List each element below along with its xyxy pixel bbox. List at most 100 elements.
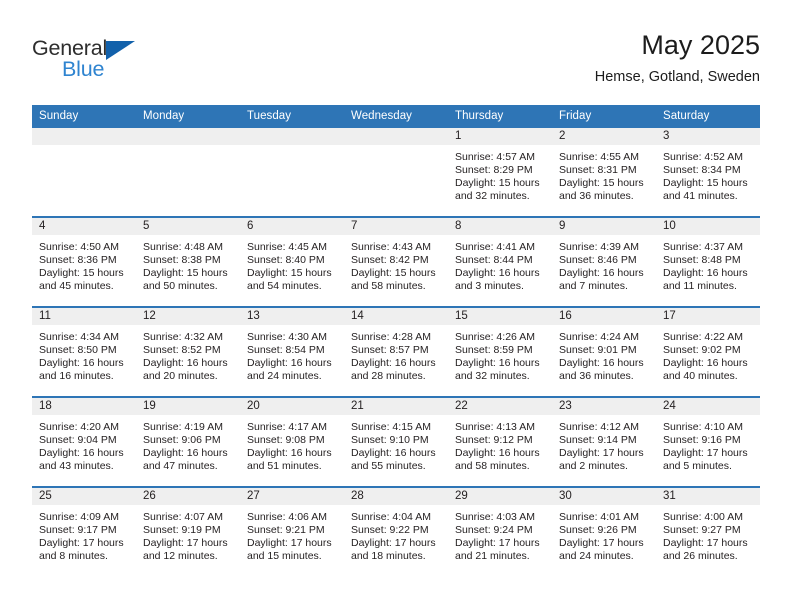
calendar-day-cell[interactable]: 9 Sunrise: 4:39 AM Sunset: 8:46 PM Daylight… [552, 216, 656, 307]
sunset-text: Sunset: 9:16 PM [663, 434, 741, 447]
day-number: 21 [344, 398, 448, 415]
calendar-day-cell[interactable]: 26 Sunrise: 4:07 AM Sunset: 9:19 PM Dayligh… [136, 486, 240, 576]
calendar-day-cell[interactable]: 30 Sunrise: 4:01 AM Sunset: 9:26 PM Dayligh… [552, 486, 656, 576]
calendar-day-cell[interactable]: 21 Sunrise: 4:15 AM Sunset: 9:10 PM Dayligh… [344, 396, 448, 487]
calendar-day-cell[interactable]: 24 Sunrise: 4:10 AM Sunset: 9:16 PM Dayligh… [656, 396, 760, 487]
sunset-text: Sunset: 9:19 PM [143, 524, 221, 537]
daylight-text: Daylight: 17 hours and 12 minutes. [143, 537, 228, 563]
sunset-text: Sunset: 8:50 PM [39, 344, 117, 357]
day-number: 17 [656, 308, 760, 325]
calendar-day-cell[interactable]: 17 Sunrise: 4:22 AM Sunset: 9:02 PM Dayligh… [656, 306, 760, 397]
sunrise-text: Sunrise: 4:30 AM [247, 331, 327, 343]
day-details: Sunrise: 4:15 AM Sunset: 9:10 PM Daylight:… [344, 415, 448, 473]
weekday-header-monday: Monday [136, 105, 240, 128]
sunrise-text: Sunrise: 4:10 AM [663, 421, 743, 433]
sunset-text: Sunset: 9:26 PM [559, 524, 637, 537]
calendar-day-cell[interactable]: 31 Sunrise: 4:00 AM Sunset: 9:27 PM Dayligh… [656, 486, 760, 576]
sunset-text: Sunset: 9:22 PM [351, 524, 429, 537]
daylight-text: Daylight: 15 hours and 58 minutes. [351, 267, 436, 293]
day-number: 31 [656, 488, 760, 505]
calendar-day-cell[interactable]: 15 Sunrise: 4:26 AM Sunset: 8:59 PM Dayligh… [448, 306, 552, 397]
day-number [32, 128, 136, 145]
general-blue-logo[interactable]: General Blue [32, 36, 232, 88]
calendar-day-cell[interactable]: 5 Sunrise: 4:48 AM Sunset: 8:38 PM Daylight… [136, 216, 240, 307]
calendar-day-cell[interactable]: 11 Sunrise: 4:34 AM Sunset: 8:50 PM Dayligh… [32, 306, 136, 397]
calendar-day-cell[interactable]: 14 Sunrise: 4:28 AM Sunset: 8:57 PM Dayligh… [344, 306, 448, 397]
sunrise-text: Sunrise: 4:48 AM [143, 241, 223, 253]
sunrise-text: Sunrise: 4:26 AM [455, 331, 535, 343]
calendar-day-cell[interactable]: 1 Sunrise: 4:57 AM Sunset: 8:29 PM Daylight… [448, 128, 552, 217]
calendar-day-cell[interactable]: 12 Sunrise: 4:32 AM Sunset: 8:52 PM Dayligh… [136, 306, 240, 397]
day-number: 19 [136, 398, 240, 415]
day-number: 15 [448, 308, 552, 325]
day-number: 6 [240, 218, 344, 235]
calendar-day-cell[interactable]: 3 Sunrise: 4:52 AM Sunset: 8:34 PM Daylight… [656, 128, 760, 217]
day-details: Sunrise: 4:32 AM Sunset: 8:52 PM Daylight:… [136, 325, 240, 383]
calendar-week-row: 25 Sunrise: 4:09 AM Sunset: 9:17 PM Dayligh… [32, 486, 760, 576]
weekday-header-friday: Friday [552, 105, 656, 128]
day-details: Sunrise: 4:07 AM Sunset: 9:19 PM Daylight:… [136, 505, 240, 563]
calendar-day-cell[interactable]: 4 Sunrise: 4:50 AM Sunset: 8:36 PM Daylight… [32, 216, 136, 307]
daylight-text: Daylight: 16 hours and 16 minutes. [39, 357, 124, 383]
calendar-day-cell[interactable]: 29 Sunrise: 4:03 AM Sunset: 9:24 PM Dayligh… [448, 486, 552, 576]
day-number: 9 [552, 218, 656, 235]
sunset-text: Sunset: 9:04 PM [39, 434, 117, 447]
sunset-text: Sunset: 8:40 PM [247, 254, 325, 267]
sunrise-text: Sunrise: 4:28 AM [351, 331, 431, 343]
day-details: Sunrise: 4:13 AM Sunset: 9:12 PM Daylight:… [448, 415, 552, 473]
calendar-day-cell[interactable]: 6 Sunrise: 4:45 AM Sunset: 8:40 PM Daylight… [240, 216, 344, 307]
calendar-day-cell[interactable]: 27 Sunrise: 4:06 AM Sunset: 9:21 PM Dayligh… [240, 486, 344, 576]
calendar-day-cell[interactable]: 18 Sunrise: 4:20 AM Sunset: 9:04 PM Dayligh… [32, 396, 136, 487]
sunset-text: Sunset: 8:59 PM [455, 344, 533, 357]
calendar-week-row: 11 Sunrise: 4:34 AM Sunset: 8:50 PM Dayligh… [32, 306, 760, 397]
day-details: Sunrise: 4:43 AM Sunset: 8:42 PM Daylight:… [344, 235, 448, 293]
day-details: Sunrise: 4:28 AM Sunset: 8:57 PM Daylight:… [344, 325, 448, 383]
day-number: 5 [136, 218, 240, 235]
sunrise-text: Sunrise: 4:00 AM [663, 511, 743, 523]
sunset-text: Sunset: 8:36 PM [39, 254, 117, 267]
day-details: Sunrise: 4:22 AM Sunset: 9:02 PM Daylight:… [656, 325, 760, 383]
day-details: Sunrise: 4:01 AM Sunset: 9:26 PM Daylight:… [552, 505, 656, 563]
calendar-day-cell[interactable]: 20 Sunrise: 4:17 AM Sunset: 9:08 PM Dayligh… [240, 396, 344, 487]
calendar-day-cell[interactable]: 28 Sunrise: 4:04 AM Sunset: 9:22 PM Dayligh… [344, 486, 448, 576]
calendar-day-cell[interactable]: 8 Sunrise: 4:41 AM Sunset: 8:44 PM Daylight… [448, 216, 552, 307]
day-number: 28 [344, 488, 448, 505]
day-number [240, 128, 344, 145]
sunset-text: Sunset: 8:34 PM [663, 164, 741, 177]
daylight-text: Daylight: 16 hours and 11 minutes. [663, 267, 748, 293]
sunset-text: Sunset: 8:31 PM [559, 164, 637, 177]
calendar-day-cell[interactable]: 10 Sunrise: 4:37 AM Sunset: 8:48 PM Dayligh… [656, 216, 760, 307]
sunrise-text: Sunrise: 4:34 AM [39, 331, 119, 343]
day-details: Sunrise: 4:12 AM Sunset: 9:14 PM Daylight:… [552, 415, 656, 473]
sunset-text: Sunset: 9:06 PM [143, 434, 221, 447]
day-number: 7 [344, 218, 448, 235]
day-details: Sunrise: 4:20 AM Sunset: 9:04 PM Daylight:… [32, 415, 136, 473]
sunrise-text: Sunrise: 4:43 AM [351, 241, 431, 253]
sunrise-text: Sunrise: 4:55 AM [559, 151, 639, 163]
day-details: Sunrise: 4:00 AM Sunset: 9:27 PM Daylight:… [656, 505, 760, 563]
calendar-day-cell[interactable]: 2 Sunrise: 4:55 AM Sunset: 8:31 PM Daylight… [552, 128, 656, 217]
daylight-text: Daylight: 16 hours and 3 minutes. [455, 267, 540, 293]
calendar-cell-empty [136, 128, 240, 217]
calendar-day-cell[interactable]: 25 Sunrise: 4:09 AM Sunset: 9:17 PM Dayligh… [32, 486, 136, 576]
sunrise-text: Sunrise: 4:19 AM [143, 421, 223, 433]
sunset-text: Sunset: 8:29 PM [455, 164, 533, 177]
sunset-text: Sunset: 8:44 PM [455, 254, 533, 267]
calendar-day-cell[interactable]: 19 Sunrise: 4:19 AM Sunset: 9:06 PM Dayligh… [136, 396, 240, 487]
calendar-day-cell[interactable]: 23 Sunrise: 4:12 AM Sunset: 9:14 PM Dayligh… [552, 396, 656, 487]
sunrise-text: Sunrise: 4:41 AM [455, 241, 535, 253]
day-details: Sunrise: 4:26 AM Sunset: 8:59 PM Daylight:… [448, 325, 552, 383]
day-details: Sunrise: 4:48 AM Sunset: 8:38 PM Daylight:… [136, 235, 240, 293]
day-number: 2 [552, 128, 656, 145]
daylight-text: Daylight: 16 hours and 36 minutes. [559, 357, 644, 383]
sunrise-text: Sunrise: 4:20 AM [39, 421, 119, 433]
daylight-text: Daylight: 16 hours and 47 minutes. [143, 447, 228, 473]
calendar-day-cell[interactable]: 22 Sunrise: 4:13 AM Sunset: 9:12 PM Dayligh… [448, 396, 552, 487]
calendar-day-cell[interactable]: 7 Sunrise: 4:43 AM Sunset: 8:42 PM Daylight… [344, 216, 448, 307]
sunrise-text: Sunrise: 4:24 AM [559, 331, 639, 343]
sunrise-text: Sunrise: 4:13 AM [455, 421, 535, 433]
calendar-day-cell[interactable]: 13 Sunrise: 4:30 AM Sunset: 8:54 PM Dayligh… [240, 306, 344, 397]
sunrise-text: Sunrise: 4:37 AM [663, 241, 743, 253]
calendar-day-cell[interactable]: 16 Sunrise: 4:24 AM Sunset: 9:01 PM Dayligh… [552, 306, 656, 397]
page-header: General Blue May 2025 Hemse, Gotland, Sw… [32, 30, 760, 92]
